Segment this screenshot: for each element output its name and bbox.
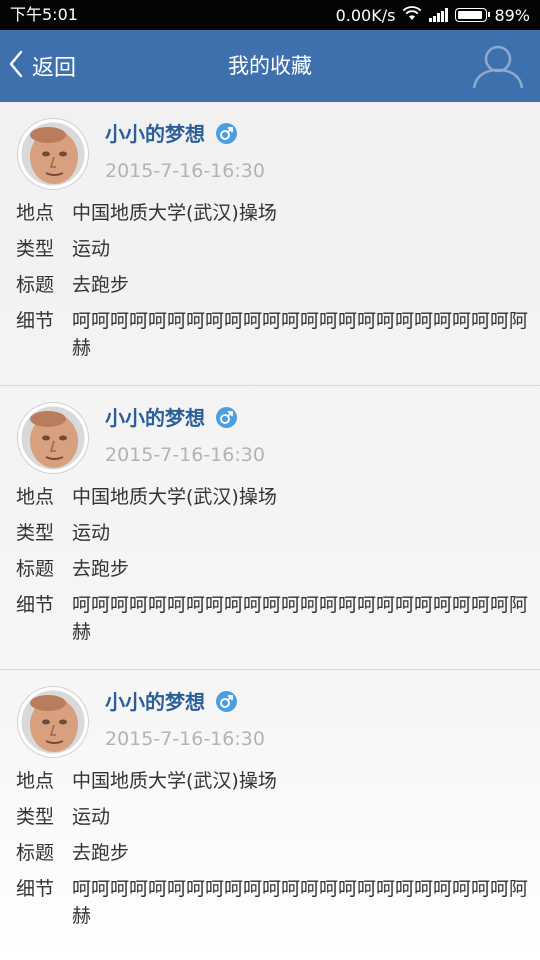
male-icon xyxy=(216,407,237,428)
post-date: 2015-7-16-16:30 xyxy=(105,444,265,466)
status-bar: 下午5:01 0.00K/s 89% xyxy=(0,0,540,30)
place-value: 中国地质大学(武汉)操场 xyxy=(72,770,277,792)
detail-value: 呵呵呵呵呵呵呵呵呵呵呵呵呵呵呵呵呵呵呵呵呵呵呵阿赫 xyxy=(72,594,529,643)
username[interactable]: 小小的梦想 xyxy=(105,119,205,149)
type-label: 类型 xyxy=(16,238,55,260)
avatar[interactable] xyxy=(18,119,88,189)
battery-percent: 89% xyxy=(494,5,530,25)
avatar[interactable] xyxy=(18,403,88,473)
favorites-list[interactable]: 小小的梦想 2015-7-16-16:30 地点 中国地质大学(武汉)操场 类型… xyxy=(0,102,540,960)
username[interactable]: 小小的梦想 xyxy=(105,403,205,433)
back-button[interactable]: 返回 xyxy=(8,46,76,86)
post-date: 2015-7-16-16:30 xyxy=(105,728,265,750)
place-value: 中国地质大学(武汉)操场 xyxy=(72,486,277,508)
chevron-left-icon xyxy=(8,50,24,82)
detail-value: 呵呵呵呵呵呵呵呵呵呵呵呵呵呵呵呵呵呵呵呵呵呵呵阿赫 xyxy=(72,310,529,359)
title-value: 去跑步 xyxy=(72,558,130,580)
place-label: 地点 xyxy=(16,202,55,224)
favorite-post-card[interactable]: 小小的梦想 2015-7-16-16:30 地点 中国地质大学(武汉)操场 类型… xyxy=(0,102,540,386)
title-value: 去跑步 xyxy=(72,842,130,864)
detail-label: 细节 xyxy=(16,594,55,616)
place-label: 地点 xyxy=(16,486,55,508)
user-profile-button[interactable] xyxy=(470,42,526,90)
nav-bar: 返回 我的收藏 xyxy=(0,30,540,102)
status-time: 下午5:01 xyxy=(10,5,78,24)
detail-label: 细节 xyxy=(16,310,55,332)
battery-icon xyxy=(455,8,491,22)
place-value: 中国地质大学(武汉)操场 xyxy=(72,202,277,224)
title-label: 标题 xyxy=(16,558,55,580)
type-value: 运动 xyxy=(72,522,111,544)
user-profile-icon xyxy=(470,45,526,94)
username[interactable]: 小小的梦想 xyxy=(105,687,205,717)
status-indicators: 0.00K/s 89% xyxy=(336,5,530,25)
signal-icon xyxy=(429,8,449,22)
title-label: 标题 xyxy=(16,842,55,864)
detail-label: 细节 xyxy=(16,878,55,900)
type-label: 类型 xyxy=(16,522,55,544)
post-date: 2015-7-16-16:30 xyxy=(105,160,265,182)
male-icon xyxy=(216,691,237,712)
type-value: 运动 xyxy=(72,806,111,828)
detail-value: 呵呵呵呵呵呵呵呵呵呵呵呵呵呵呵呵呵呵呵呵呵呵呵阿赫 xyxy=(72,878,529,927)
favorite-post-card[interactable]: 小小的梦想 2015-7-16-16:30 地点 中国地质大学(武汉)操场 类型… xyxy=(0,670,540,954)
network-speed: 0.00K/s xyxy=(335,5,396,25)
title-value: 去跑步 xyxy=(72,274,130,296)
wifi-icon xyxy=(402,5,422,25)
type-label: 类型 xyxy=(16,806,55,828)
male-icon xyxy=(216,123,237,144)
favorite-post-card[interactable]: 小小的梦想 2015-7-16-16:30 地点 中国地质大学(武汉)操场 类型… xyxy=(0,386,540,670)
type-value: 运动 xyxy=(72,238,111,260)
title-label: 标题 xyxy=(16,274,55,296)
page-title: 我的收藏 xyxy=(228,54,312,78)
place-label: 地点 xyxy=(16,770,55,792)
back-label: 返回 xyxy=(32,56,77,81)
avatar[interactable] xyxy=(18,687,88,757)
